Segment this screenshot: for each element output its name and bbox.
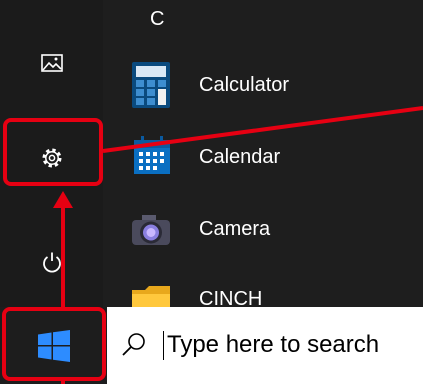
section-letter[interactable]: C xyxy=(150,8,164,31)
calculator-icon xyxy=(130,62,172,108)
start-button-highlight-box xyxy=(2,307,106,381)
search-input[interactable]: Type here to search xyxy=(167,331,379,359)
pictures-icon xyxy=(41,54,63,72)
app-item-camera[interactable]: Camera xyxy=(130,202,423,256)
search-box[interactable]: Type here to search xyxy=(107,307,423,384)
camera-icon xyxy=(130,206,172,252)
app-item-calendar[interactable]: Calendar xyxy=(130,130,423,184)
app-item-calculator[interactable]: Calculator xyxy=(130,58,423,112)
search-icon xyxy=(122,333,145,356)
app-label-camera: Camera xyxy=(199,217,271,240)
pictures-button[interactable] xyxy=(16,40,88,88)
app-label-calendar: Calendar xyxy=(199,145,281,168)
app-label-calculator: Calculator xyxy=(199,73,290,96)
text-caret xyxy=(163,331,164,360)
power-icon xyxy=(43,252,61,273)
settings-highlight-box xyxy=(3,118,103,186)
power-button[interactable] xyxy=(16,238,88,286)
calendar-icon xyxy=(130,134,172,180)
